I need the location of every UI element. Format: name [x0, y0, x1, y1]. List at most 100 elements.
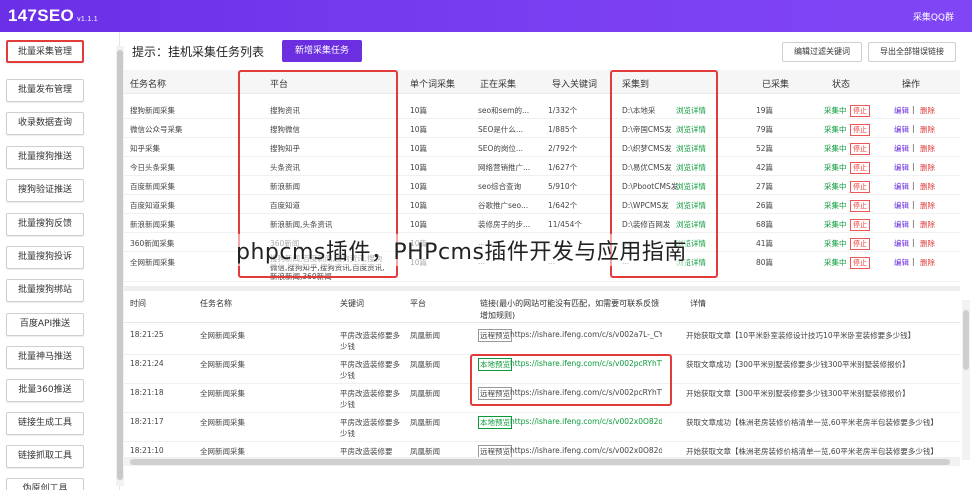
log-col-task: 任务名称 [200, 299, 232, 308]
delete-link[interactable]: 删除 [920, 124, 935, 135]
col-dest: 采集到 [622, 80, 650, 90]
log-detail: 获取文章成功【株洲老房装修价格清单一览,60平米老房半包装修要多少钱】 [686, 418, 938, 427]
stop-button[interactable]: 停止 [850, 124, 870, 136]
export-error-links-button[interactable]: 导出全部错误链接 [868, 42, 956, 62]
delete-link[interactable]: 删除 [920, 257, 935, 268]
remote-preview-tag[interactable]: 远程预览 [478, 387, 512, 400]
sidebar-item-sogou-push[interactable]: 批量搜狗推送 [6, 146, 84, 169]
log-col-keyword: 关键词 [340, 299, 364, 308]
edit-link[interactable]: 编辑 [894, 219, 909, 230]
log-url-link[interactable]: https://ishare.ifeng.com/c/s/v002pcRYhTW… [510, 388, 662, 397]
task-current-keyword: seo综合查询 [478, 182, 522, 191]
log-platform: 凤凰新闻 [410, 389, 440, 398]
log-url-link[interactable]: https://ishare.ifeng.com/c/s/v002x0O82dk… [510, 446, 662, 455]
log-url-link[interactable]: https://ishare.ifeng.com/c/s/v002a7L-_CY… [510, 330, 662, 339]
log-h-scrollbar[interactable] [124, 458, 960, 466]
log-keyword: 平房改造装修要 [340, 447, 393, 456]
stop-button[interactable]: 停止 [850, 181, 870, 193]
edit-link[interactable]: 编辑 [894, 257, 909, 268]
stop-button[interactable]: 停止 [850, 200, 870, 212]
edit-link[interactable]: 编辑 [894, 200, 909, 211]
log-v-scrollbar[interactable] [962, 300, 970, 460]
remote-preview-tag[interactable]: 远程预览 [478, 445, 512, 457]
edit-link[interactable]: 编辑 [894, 162, 909, 173]
log-detail: 开始获取文章【株洲老房装修价格清单一览,60平米老房半包装修要多少钱】 [686, 447, 938, 456]
edit-link[interactable]: 编辑 [894, 181, 909, 192]
edit-link[interactable]: 编辑 [894, 105, 909, 116]
stop-button[interactable]: 停止 [850, 143, 870, 155]
task-current-keyword: 谷歌推广seo... [478, 201, 529, 210]
sidebar-item-link-generator[interactable]: 链接生成工具 [6, 412, 84, 435]
local-preview-tag[interactable]: 本地预览 [478, 416, 512, 429]
page-title: 提示：挂机采集任务列表 [132, 45, 265, 59]
task-row: 微信公众号采集 搜狗微信 10篇 SEO是什么... 1/885个 D:\帝国CMS发 浏览… [124, 119, 960, 138]
task-name: 今日头条采集 [130, 163, 175, 172]
main-scrollbar-thumb[interactable] [117, 50, 123, 480]
task-collected-count: 27篇 [756, 182, 774, 191]
log-v-scrollbar-thumb[interactable] [963, 310, 969, 370]
task-destination: D:\WPCMS发 [622, 201, 669, 210]
col-collected: 已采集 [762, 80, 790, 90]
log-h-scrollbar-thumb[interactable] [130, 459, 950, 465]
local-preview-tag[interactable]: 本地预览 [478, 358, 512, 371]
view-details-link[interactable]: 浏览详情 [676, 162, 706, 173]
sidebar-item-rewrite-tool[interactable]: 伪原创工具 [6, 478, 84, 490]
sidebar-item-sogou-complaint[interactable]: 批量搜狗投诉 [6, 246, 84, 269]
view-details-link[interactable]: 浏览详情 [676, 200, 706, 211]
edit-link[interactable]: 编辑 [894, 143, 909, 154]
sidebar-item-baidu-api[interactable]: 百度API推送 [6, 313, 84, 336]
sidebar-item-link-scraper[interactable]: 链接抓取工具 [6, 445, 84, 468]
table-h-scrollbar[interactable] [124, 286, 960, 291]
main-scrollbar[interactable] [116, 46, 124, 486]
log-platform: 凤凰新闻 [410, 360, 440, 369]
action-separator: | [912, 124, 915, 133]
stop-button[interactable]: 停止 [850, 162, 870, 174]
log-col-detail: 详情 [690, 299, 706, 308]
sidebar-item-sogou-verify-push[interactable]: 搜狗验证推送 [6, 179, 84, 202]
sidebar-item-sogou-feedback[interactable]: 批量搜狗反馈 [6, 213, 84, 236]
sidebar-item-360-push[interactable]: 批量360推送 [6, 379, 84, 402]
qq-group-link[interactable]: 采集QQ群 [913, 10, 954, 23]
stop-button[interactable]: 停止 [850, 238, 870, 250]
delete-link[interactable]: 删除 [920, 219, 935, 230]
sidebar-item-batch-collect[interactable]: 批量采集管理 [6, 40, 84, 63]
log-url-link[interactable]: https://ishare.ifeng.com/c/s/v002pcRYhTW… [510, 359, 662, 368]
view-details-link[interactable]: 浏览详情 [676, 143, 706, 154]
edit-link[interactable]: 编辑 [894, 124, 909, 135]
log-task-name: 全网新闻采集 [200, 447, 245, 456]
log-keyword: 平房改造装修要多少钱 [340, 331, 400, 351]
log-url-link[interactable]: https://ishare.ifeng.com/c/s/v002x0O82dk… [510, 417, 662, 426]
task-collected-count: 68篇 [756, 220, 774, 229]
remote-preview-tag[interactable]: 远程预览 [478, 329, 512, 342]
task-current-keyword: SEO的岗位... [478, 144, 524, 153]
view-details-link[interactable]: 浏览详情 [676, 124, 706, 135]
view-details-link[interactable]: 浏览详情 [676, 219, 706, 230]
task-row: 搜狗新闻采集 搜狗资讯 10篇 seo和sem的... 1/332个 D:\本地采 浏览详情… [124, 100, 960, 119]
view-details-link[interactable]: 浏览详情 [676, 181, 706, 192]
action-separator: | [912, 105, 915, 114]
delete-link[interactable]: 删除 [920, 105, 935, 116]
sidebar-item-sogou-bind[interactable]: 批量搜狗绑站 [6, 279, 84, 302]
task-destination: D:\装修百网发 [622, 220, 671, 229]
col-platform: 平台 [270, 80, 289, 90]
view-details-link[interactable]: 浏览详情 [676, 105, 706, 116]
sidebar-item-shenma-push[interactable]: 批量神马推送 [6, 346, 84, 369]
col-actions: 操作 [902, 80, 921, 90]
delete-link[interactable]: 删除 [920, 200, 935, 211]
edit-filter-keywords-button[interactable]: 编辑过滤关键词 [782, 42, 862, 62]
delete-link[interactable]: 删除 [920, 181, 935, 192]
stop-button[interactable]: 停止 [850, 219, 870, 231]
new-task-button[interactable]: 新增采集任务 [282, 40, 362, 62]
sidebar-item-index-query[interactable]: 收录数据查询 [6, 112, 84, 135]
stop-button[interactable]: 停止 [850, 257, 870, 269]
sidebar-item-batch-publish[interactable]: 批量发布管理 [6, 79, 84, 102]
delete-link[interactable]: 删除 [920, 162, 935, 173]
task-table-header: 任务名称 平台 单个词采集 正在采集 导入关键词 采集到 已采集 状态 操作 [124, 70, 960, 94]
edit-link[interactable]: 编辑 [894, 238, 909, 249]
task-name: 百度新闻采集 [130, 182, 175, 191]
delete-link[interactable]: 删除 [920, 238, 935, 249]
col-single: 单个词采集 [410, 80, 456, 90]
task-collected-count: 41篇 [756, 239, 774, 248]
delete-link[interactable]: 删除 [920, 143, 935, 154]
stop-button[interactable]: 停止 [850, 105, 870, 117]
